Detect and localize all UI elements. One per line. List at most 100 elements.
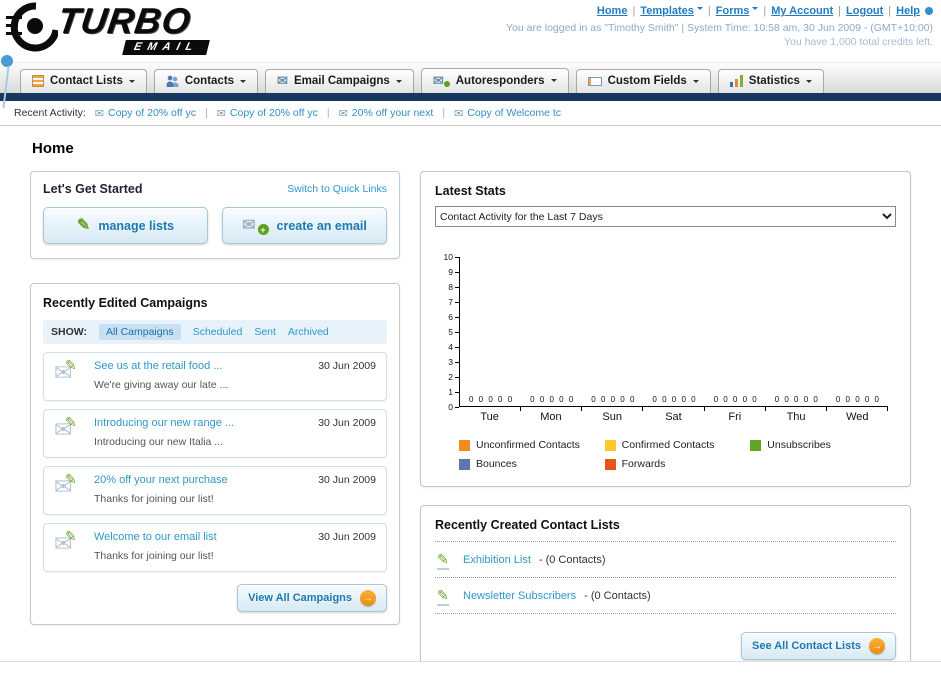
manage-lists-label: manage lists xyxy=(98,218,175,233)
stats-period-select[interactable]: Contact Activity for the Last 7 Days xyxy=(435,206,896,227)
legend-entry: Confirmed Contacts xyxy=(604,439,751,451)
contacts-icon xyxy=(165,75,179,87)
tab-label: Contacts xyxy=(184,75,235,87)
tab-label: Autoresponders xyxy=(455,74,545,87)
chart-x-label: Sat xyxy=(665,411,682,423)
credits-info: You have 1,000 total credits left. xyxy=(783,36,933,48)
chevron-down-icon xyxy=(550,79,557,85)
recent-activity-link[interactable]: Copy of Welcome tc xyxy=(467,107,561,119)
switch-quick-links[interactable]: Switch to Quick Links xyxy=(287,183,387,195)
nav-link-logout[interactable]: Logout xyxy=(846,5,883,17)
manage-lists-button[interactable]: ✎ manage lists xyxy=(43,207,208,244)
campaign-title-link[interactable]: 20% off your next purchase xyxy=(94,474,228,486)
chart-category-cell: 0 0 0 0 0 xyxy=(460,257,522,411)
help-bubble-icon[interactable] xyxy=(925,7,933,15)
chart-value-labels: 0 0 0 0 0 xyxy=(591,395,635,404)
email-pencil-icon: ✉ ✎ xyxy=(54,414,77,442)
header: TURBO EMAIL Home | Templates | Forms | My Acco… xyxy=(0,0,941,108)
campaign-date: 30 Jun 2009 xyxy=(318,474,376,486)
custom-fields-icon xyxy=(587,76,602,86)
tab-statistics[interactable]: Statistics xyxy=(717,69,824,93)
campaign-title-link[interactable]: See us at the retail food ... xyxy=(94,360,228,372)
chevron-down-icon xyxy=(692,79,699,86)
divider: | xyxy=(326,107,330,119)
legend-swatch-icon xyxy=(459,458,470,470)
login-info: You are logged in as "Timothy Smith" | S… xyxy=(506,22,933,34)
nav-link-help[interactable]: Help xyxy=(896,5,920,17)
email-campaigns-icon: ✉ xyxy=(277,73,288,88)
divider: | xyxy=(632,5,636,17)
chart-x-axis: Tue Mon Sun Sat Fri Thu Wed xyxy=(459,411,888,423)
divider: | xyxy=(763,5,767,17)
envelope-icon: ✉ xyxy=(94,107,104,120)
contact-list-link[interactable]: Newsletter Subscribers xyxy=(463,590,576,602)
nav-link-templates[interactable]: Templates xyxy=(640,5,694,17)
divider: | xyxy=(204,107,208,119)
right-column: Latest Stats Contact Activity for the La… xyxy=(420,171,911,675)
filter-scheduled[interactable]: Scheduled xyxy=(193,326,243,338)
recent-activity-link[interactable]: 20% off your next xyxy=(352,107,434,119)
create-email-button[interactable]: ✉ + create an email xyxy=(222,207,387,244)
chart-category-cell: 0 0 0 0 0 xyxy=(766,257,827,411)
campaign-subtitle: We're giving away our late ... xyxy=(94,379,229,391)
left-column: Let's Get Started Switch to Quick Links … xyxy=(30,171,400,625)
tab-autoresponders[interactable]: ✉ Autoresponders xyxy=(420,68,569,93)
logo-swoosh-icon xyxy=(6,2,58,52)
legend-entry: Unconfirmed Contacts xyxy=(459,439,605,451)
pencil-paper-icon: ✎ xyxy=(437,587,455,606)
recent-activity-link[interactable]: Copy of 20% off yc xyxy=(230,107,318,119)
legend-entry: Forwards xyxy=(604,458,751,470)
tab-contact-lists[interactable]: Contact Lists xyxy=(20,69,147,93)
chevron-down-icon xyxy=(805,79,812,86)
nav-link-home[interactable]: Home xyxy=(597,5,628,17)
chart-x-label: Wed xyxy=(846,411,869,423)
campaign-list-item: ✉ ✎ Welcome to our email list Thanks for … xyxy=(43,523,387,572)
filter-sent[interactable]: Sent xyxy=(254,326,276,338)
recent-activity-label: Recent Activity: xyxy=(14,107,86,119)
recent-activity-item: ✉ Copy of 20% off yc xyxy=(217,107,318,120)
contact-list-link[interactable]: Exhibition List xyxy=(463,554,531,566)
nav-link-forms[interactable]: Forms xyxy=(716,5,750,17)
divider: | xyxy=(888,5,892,17)
filter-archived[interactable]: Archived xyxy=(288,326,329,338)
chevron-down-icon xyxy=(696,7,703,13)
legend-label: Bounces xyxy=(476,458,517,470)
legend-label: Unconfirmed Contacts xyxy=(476,439,580,451)
chart-x-label: Sun xyxy=(602,411,622,423)
campaign-list-item: ✉ ✎ Introducing our new range ... Introdu… xyxy=(43,409,387,458)
autoresponders-icon: ✉ xyxy=(432,72,444,88)
contact-list-detail: - (0 Contacts) xyxy=(584,589,651,602)
chart-y-axis: 0 1 2 3 4 5 6 7 8 9 10 xyxy=(435,252,459,412)
divider: | xyxy=(442,107,446,119)
campaign-subtitle: Thanks for joining our list! xyxy=(94,493,214,505)
tab-label: Statistics xyxy=(748,75,800,87)
chart-value-labels: 0 0 0 0 0 xyxy=(835,395,879,404)
chart-y-tick: 9 xyxy=(448,267,459,277)
view-all-campaigns-button[interactable]: View All Campaigns → xyxy=(237,584,387,612)
filter-all-campaigns[interactable]: All Campaigns xyxy=(98,324,181,340)
envelope-icon: ✉ xyxy=(454,107,464,120)
logo-title: TURBO xyxy=(55,0,194,41)
pencil-icon: ✎ xyxy=(76,216,91,234)
chart-value-labels: 0 0 0 0 0 xyxy=(713,395,757,404)
divider: | xyxy=(707,5,711,17)
recent-activity-link[interactable]: Copy of 20% off yc xyxy=(108,107,196,119)
logo-subtitle: EMAIL xyxy=(122,40,211,55)
chart-x-label: Mon xyxy=(540,411,562,423)
pencil-paper-icon: ✎ xyxy=(437,551,455,570)
create-email-label: create an email xyxy=(276,218,367,233)
tab-email-campaigns[interactable]: ✉ Email Campaigns xyxy=(265,69,414,93)
page-title: Home xyxy=(32,140,74,157)
campaign-title-link[interactable]: Welcome to our email list xyxy=(94,531,217,543)
tab-contacts[interactable]: Contacts xyxy=(153,69,259,93)
latest-stats-title: Latest Stats xyxy=(435,184,506,198)
legend-swatch-icon xyxy=(750,439,762,451)
contact-lists-panel: Recently Created Contact Lists ✎ Exhibit… xyxy=(420,505,911,675)
nav-link-my-account[interactable]: My Account xyxy=(771,5,833,17)
campaign-title-link[interactable]: Introducing our new range ... xyxy=(94,417,234,429)
see-all-contact-lists-button[interactable]: See All Contact Lists → xyxy=(740,632,896,660)
chart-value-labels: 0 0 0 0 0 xyxy=(652,395,696,404)
campaign-date: 30 Jun 2009 xyxy=(318,531,376,543)
campaign-filter-bar: SHOW: All Campaigns Scheduled Sent Archi… xyxy=(43,320,387,344)
tab-custom-fields[interactable]: Custom Fields xyxy=(575,69,711,93)
